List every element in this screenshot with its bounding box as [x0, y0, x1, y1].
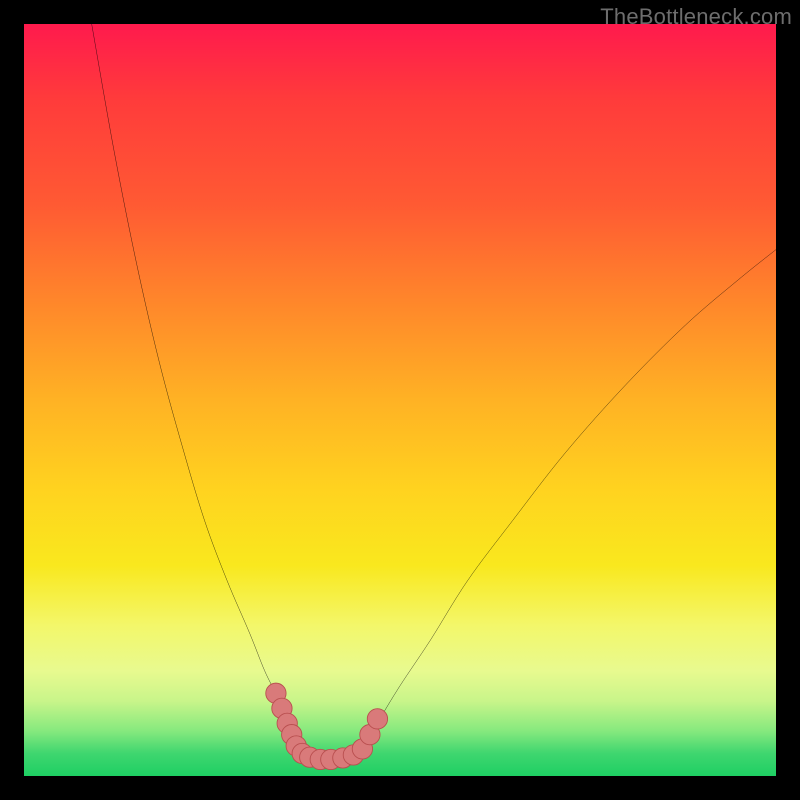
chart-frame: TheBottleneck.com [0, 0, 800, 800]
curve-overlay [24, 24, 776, 776]
left-curve [92, 24, 310, 753]
trough-markers [266, 683, 388, 769]
right-curve [362, 250, 776, 754]
watermark-text: TheBottleneck.com [600, 4, 792, 30]
trough-marker-dot [367, 709, 387, 729]
